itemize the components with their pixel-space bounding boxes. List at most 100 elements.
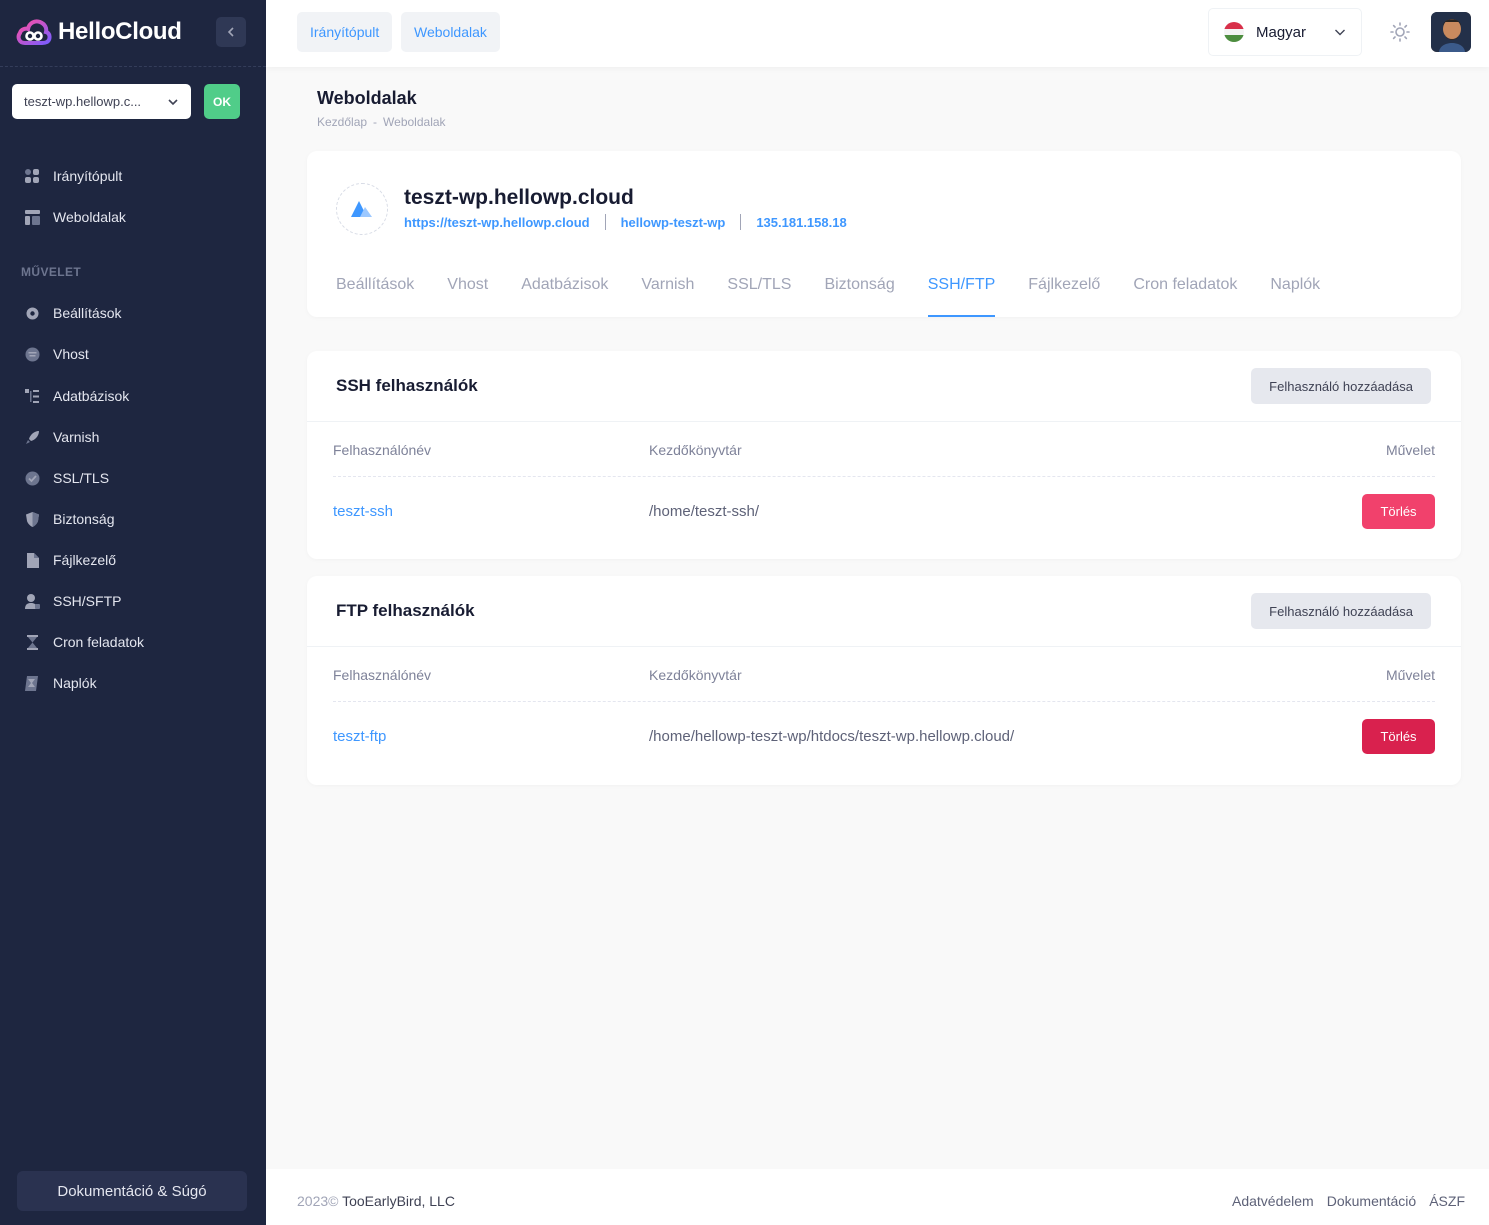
ssh-username-link[interactable]: teszt-ssh	[333, 503, 393, 520]
site-system-user[interactable]: hellowp-teszt-wp	[621, 215, 726, 230]
scroll-icon	[24, 675, 41, 692]
table-row: teszt-ssh /home/teszt-ssh/ Törlés	[333, 494, 1435, 530]
header-button-dashboard[interactable]: Irányítópult	[297, 12, 393, 52]
delete-ssh-user-button[interactable]: Törlés	[1362, 494, 1435, 529]
card-title: FTP felhasználók	[336, 601, 475, 620]
company-link[interactable]: TooEarlyBird, LLC	[342, 1193, 455, 1209]
tab-logs[interactable]: Naplók	[1270, 276, 1320, 317]
sidebar-item-cron[interactable]: Cron feladatok	[24, 630, 144, 654]
server-icon	[24, 346, 41, 363]
footer-link-terms[interactable]: ÁSZF	[1429, 1193, 1465, 1209]
footer-link-docs[interactable]: Dokumentáció	[1327, 1193, 1417, 1209]
add-ftp-user-button[interactable]: Felhasználó hozzáadása	[1251, 593, 1431, 629]
sidebar-item-label: SSL/TLS	[53, 470, 110, 486]
sidebar-item-varnish[interactable]: Varnish	[24, 425, 99, 449]
sidebar-item-label: Irányítópult	[53, 168, 123, 184]
menu-section-label: MŰVELET	[21, 265, 82, 279]
ftp-home-dir: /home/hellowp-teszt-wp/htdocs/teszt-wp.h…	[649, 728, 1015, 745]
column-header-home-dir: Kezdőkönyvtár	[649, 667, 742, 683]
ssh-home-dir: /home/teszt-ssh/	[649, 503, 760, 520]
sidebar-item-databases[interactable]: Adatbázisok	[24, 384, 129, 408]
sidebar-item-label: Weboldalak	[53, 209, 126, 225]
user-lock-icon	[24, 593, 41, 610]
list-tree-icon	[24, 388, 41, 405]
layout-icon	[24, 209, 41, 226]
brand[interactable]: HelloCloud	[16, 14, 182, 50]
sidebar-item-label: Varnish	[53, 429, 100, 445]
tab-cron[interactable]: Cron feladatok	[1133, 276, 1237, 317]
top-header: Irányítópult Weboldalak Magyar	[266, 0, 1489, 67]
site-select[interactable]: teszt-wp.hellowp.c...	[12, 84, 191, 119]
sidebar-collapse-button[interactable]	[216, 17, 246, 47]
sidebar: HelloCloud teszt-wp.hellowp.c... OK Irán…	[0, 0, 266, 1225]
sidebar-item-label: SSH/SFTP	[53, 593, 122, 609]
footer: 2023© TooEarlyBird, LLC Adatvédelem Doku…	[266, 1169, 1489, 1225]
sidebar-item-settings[interactable]: Beállítások	[24, 301, 121, 325]
docs-help-button[interactable]: Dokumentáció & Súgó	[17, 1171, 247, 1211]
sidebar-item-dashboard[interactable]: Irányítópult	[24, 164, 122, 188]
tab-security[interactable]: Biztonság	[824, 276, 894, 317]
tab-file-manager[interactable]: Fájlkezelő	[1028, 276, 1100, 317]
ok-button[interactable]: OK	[204, 84, 240, 119]
site-tabs: Beállítások Vhost Adatbázisok Varnish SS…	[336, 276, 1320, 317]
breadcrumb-current: Weboldalak	[383, 115, 446, 129]
hourglass-icon	[24, 634, 41, 651]
sidebar-item-security[interactable]: Biztonság	[24, 507, 114, 531]
sidebar-item-file-manager[interactable]: Fájlkezelő	[24, 548, 116, 572]
brand-name: HelloCloud	[58, 18, 182, 45]
site-url-link[interactable]: https://teszt-wp.hellowp.cloud	[404, 215, 590, 230]
divider	[333, 701, 1435, 702]
tab-settings[interactable]: Beállítások	[336, 276, 414, 317]
rocket-icon	[24, 429, 41, 446]
sidebar-item-ssh-sftp[interactable]: SSH/SFTP	[24, 589, 121, 613]
sidebar-item-vhost[interactable]: Vhost	[24, 342, 89, 366]
dashboard-icon	[24, 168, 41, 185]
delete-ftp-user-button[interactable]: Törlés	[1362, 719, 1435, 754]
tab-ssl[interactable]: SSL/TLS	[727, 276, 791, 317]
cloud-logo-icon	[16, 19, 52, 45]
tab-ssh-ftp[interactable]: SSH/FTP	[927, 276, 995, 317]
file-icon	[24, 552, 41, 569]
column-header-username: Felhasználónév	[333, 667, 432, 683]
add-ssh-user-button[interactable]: Felhasználó hozzáadása	[1251, 368, 1431, 404]
breadcrumb-home[interactable]: Kezdőlap	[317, 115, 367, 129]
chevron-left-icon	[227, 27, 234, 37]
site-icon	[336, 183, 388, 235]
divider	[333, 476, 1435, 477]
divider	[740, 214, 742, 230]
site-ip[interactable]: 135.181.158.18	[756, 215, 846, 230]
wordpress-site-icon	[351, 201, 372, 217]
ssh-users-card: SSH felhasználók Felhasználó hozzáadása …	[307, 351, 1461, 559]
language-select[interactable]: Magyar	[1208, 8, 1362, 56]
tab-varnish[interactable]: Varnish	[641, 276, 694, 317]
hungary-flag-icon	[1224, 22, 1244, 42]
tab-vhost[interactable]: Vhost	[447, 276, 488, 317]
sidebar-item-websites[interactable]: Weboldalak	[24, 205, 126, 229]
user-avatar[interactable]	[1431, 12, 1471, 52]
sidebar-item-label: Beállítások	[53, 305, 122, 321]
theme-toggle-button[interactable]	[1388, 20, 1412, 44]
tab-databases[interactable]: Adatbázisok	[521, 276, 608, 317]
gear-icon	[24, 305, 41, 322]
card-header: FTP felhasználók Felhasználó hozzáadása	[307, 576, 1461, 647]
shield-check-icon	[24, 470, 41, 487]
divider	[0, 66, 266, 67]
sidebar-item-label: Adatbázisok	[53, 388, 130, 404]
site-links: https://teszt-wp.hellowp.cloud hellowp-t…	[404, 214, 847, 230]
sidebar-item-label: Naplók	[53, 675, 97, 691]
footer-links: Adatvédelem Dokumentáció ÁSZF	[1232, 1193, 1465, 1209]
chevron-down-icon	[168, 98, 178, 105]
column-header-username: Felhasználónév	[333, 442, 432, 458]
site-overview-card: teszt-wp.hellowp.cloud https://teszt-wp.…	[307, 151, 1461, 317]
ftp-username-link[interactable]: teszt-ftp	[333, 728, 386, 745]
breadcrumb-separator: -	[373, 115, 378, 129]
breadcrumb: Kezdőlap - Weboldalak	[317, 115, 446, 129]
sidebar-item-logs[interactable]: Naplók	[24, 671, 97, 695]
page-title: Weboldalak	[317, 88, 417, 108]
header-button-websites[interactable]: Weboldalak	[401, 12, 500, 52]
copyright: 2023© TooEarlyBird, LLC	[297, 1193, 455, 1209]
card-header: SSH felhasználók Felhasználó hozzáadása	[307, 351, 1461, 422]
sidebar-item-ssl[interactable]: SSL/TLS	[24, 466, 109, 490]
footer-link-privacy[interactable]: Adatvédelem	[1232, 1193, 1314, 1209]
copyright-year: 2023©	[297, 1193, 339, 1209]
